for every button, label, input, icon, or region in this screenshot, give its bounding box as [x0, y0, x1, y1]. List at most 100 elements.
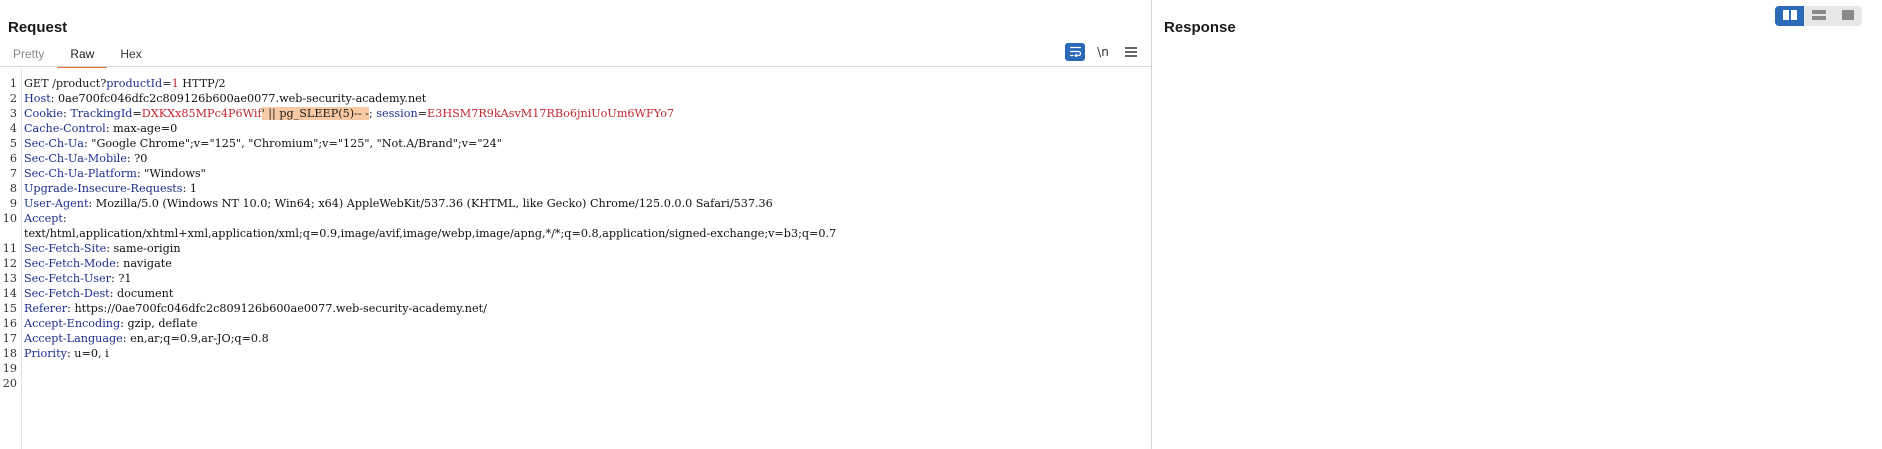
- stacked-layout-icon: [1811, 7, 1826, 25]
- code-token: Priority: [24, 347, 67, 360]
- code-token: Sec-Ch-Ua: [24, 137, 84, 150]
- code-line: 1 GET /product?productId=1 HTTP/2: [0, 76, 1151, 91]
- line-text: Upgrade-Insecure-Requests: 1: [24, 181, 197, 196]
- line-number: 17: [2, 332, 17, 345]
- code-line: 15 Referer: https://0ae700fc046dfc2c80912…: [0, 301, 1151, 316]
- line-text: text/html,application/xhtml+xml,applicat…: [24, 226, 836, 241]
- single-panel-layout-button[interactable]: [1833, 6, 1862, 26]
- line-number: 1: [9, 77, 17, 90]
- line-number: 8: [9, 182, 17, 195]
- code-token: session: [376, 107, 418, 120]
- show-newlines-button[interactable]: \n: [1093, 43, 1113, 61]
- request-editor[interactable]: 1 GET /product?productId=1 HTTP/2 2 Host: 0…: [0, 69, 1151, 449]
- line-text: Accept-Encoding: gzip, deflate: [24, 316, 197, 331]
- code-line: 4 Cache-Control: max-age=0: [0, 121, 1151, 136]
- editor-toolbar: \n: [1065, 43, 1141, 61]
- request-title: Request: [8, 19, 68, 36]
- line-text: Referer: https://0ae700fc046dfc2c809126b…: [24, 301, 487, 316]
- code-line: text/html,application/xhtml+xml,applicat…: [0, 226, 1151, 241]
- line-text: User-Agent: Mozilla/5.0 (Windows NT 10.0…: [24, 196, 773, 211]
- code-token: : u=0, i: [66, 347, 109, 360]
- code-line: 8 Upgrade-Insecure-Requests: 1: [0, 181, 1151, 196]
- code-line: 17 Accept-Language: en,ar;q=0.9,ar-JO;q=0…: [0, 331, 1151, 346]
- side-by-side-layout-icon: [1782, 7, 1797, 25]
- code-line: 13 Sec-Fetch-User: ?1: [0, 271, 1151, 286]
- line-number: 4: [9, 122, 17, 135]
- line-number: 11: [2, 242, 17, 255]
- tab-pretty[interactable]: Pretty: [0, 44, 57, 66]
- code-token: : en,ar;q=0.9,ar-JO;q=0.8: [122, 332, 269, 345]
- code-token: : navigate: [115, 257, 172, 270]
- code-token: Sec-Fetch-Site: [24, 242, 107, 255]
- side-by-side-layout-button[interactable]: [1775, 6, 1804, 26]
- line-text: Sec-Fetch-Mode: navigate: [24, 256, 172, 271]
- code-token: : ?1: [111, 272, 132, 285]
- word-wrap-button[interactable]: [1065, 43, 1085, 61]
- request-panel: Request Pretty Raw Hex \n 1 GET /product?…: [0, 0, 1151, 449]
- line-number: 2: [9, 92, 17, 105]
- code-token: text/html,application/xhtml+xml,applicat…: [24, 227, 837, 240]
- line-number: 6: [9, 152, 17, 165]
- code-token: : 1: [182, 182, 198, 195]
- code-token: =: [417, 107, 428, 120]
- code-token: : same-origin: [106, 242, 181, 255]
- line-number: 10: [2, 212, 17, 225]
- tab-raw[interactable]: Raw: [57, 44, 108, 68]
- code-token: : gzip, deflate: [120, 317, 198, 330]
- line-text: GET /product?productId=1 HTTP/2: [24, 76, 226, 91]
- code-line: 5 Sec-Ch-Ua: "Google Chrome";v="125", "Ch…: [0, 136, 1151, 151]
- line-number: 20: [2, 377, 17, 390]
- code-token: Sec-Ch-Ua-Platform: [24, 167, 137, 180]
- tab-hex[interactable]: Hex: [107, 44, 154, 66]
- line-text: Cache-Control: max-age=0: [24, 121, 177, 136]
- line-number: 12: [2, 257, 17, 270]
- code-token: : "Google Chrome";v="125", "Chromium";v=…: [83, 137, 502, 150]
- code-token: Accept: [24, 212, 63, 225]
- line-text: Cookie: TrackingId=DXKXx85MPc4P6Wif' || …: [24, 106, 674, 121]
- line-text: Accept-Language: en,ar;q=0.9,ar-JO;q=0.8: [24, 331, 269, 346]
- code-token: Host: [24, 92, 51, 105]
- code-token: =: [162, 77, 172, 90]
- code-token: productId: [106, 77, 163, 90]
- line-number: 16: [2, 317, 17, 330]
- code-token: Sec-Fetch-Dest: [24, 287, 110, 300]
- code-token: E3HSM7R9kAsvM17RBo6jniUoUm6WFYo7: [427, 107, 675, 120]
- single-panel-layout-icon: [1841, 7, 1855, 25]
- tabs-divider: [0, 66, 1151, 67]
- code-token: : document: [109, 287, 174, 300]
- code-token: : Mozilla/5.0 (Windows NT 10.0; Win64; x…: [88, 197, 773, 210]
- code-token: : max-age=0: [105, 122, 178, 135]
- response-title: Response: [1164, 19, 1236, 36]
- line-number: 13: [2, 272, 17, 285]
- line-number: 7: [9, 167, 17, 180]
- code-line: 20: [0, 376, 1151, 391]
- code-token: Referer: [24, 302, 68, 315]
- code-token: Accept-Encoding: [24, 317, 121, 330]
- line-text: Host: 0ae700fc046dfc2c809126b600ae0077.w…: [24, 91, 426, 106]
- editor-menu-button[interactable]: [1121, 43, 1141, 61]
- code-token: Sec-Fetch-Mode: [24, 257, 116, 270]
- response-panel: Response: [1152, 0, 1882, 449]
- code-token: User-Agent: [24, 197, 89, 210]
- line-number: 15: [2, 302, 17, 315]
- line-number: 5: [9, 137, 17, 150]
- code-token: Sec-Fetch-User: [24, 272, 111, 285]
- line-text: Sec-Fetch-Dest: document: [24, 286, 173, 301]
- code-line: 3 Cookie: TrackingId=DXKXx85MPc4P6Wif' ||…: [0, 106, 1151, 121]
- code-token: Cookie: [24, 107, 64, 120]
- line-text: Priority: u=0, i: [24, 346, 109, 361]
- code-line: 7 Sec-Ch-Ua-Platform: "Windows": [0, 166, 1151, 181]
- code-line: 19: [0, 361, 1151, 376]
- code-token: : ?0: [126, 152, 148, 165]
- code-token: GET /product?: [24, 77, 107, 90]
- code-line: 9 User-Agent: Mozilla/5.0 (Windows NT 10.…: [0, 196, 1151, 211]
- code-token: HTTP/2: [178, 77, 226, 90]
- line-text: Accept:: [24, 211, 67, 226]
- code-token: =: [132, 107, 142, 120]
- line-text: Sec-Ch-Ua: "Google Chrome";v="125", "Chr…: [24, 136, 502, 151]
- stacked-layout-button[interactable]: [1804, 6, 1833, 26]
- code-token: TrackingId: [70, 107, 133, 120]
- line-text: Sec-Ch-Ua-Mobile: ?0: [24, 151, 147, 166]
- code-token: 1: [171, 77, 179, 90]
- code-token: :: [62, 212, 67, 225]
